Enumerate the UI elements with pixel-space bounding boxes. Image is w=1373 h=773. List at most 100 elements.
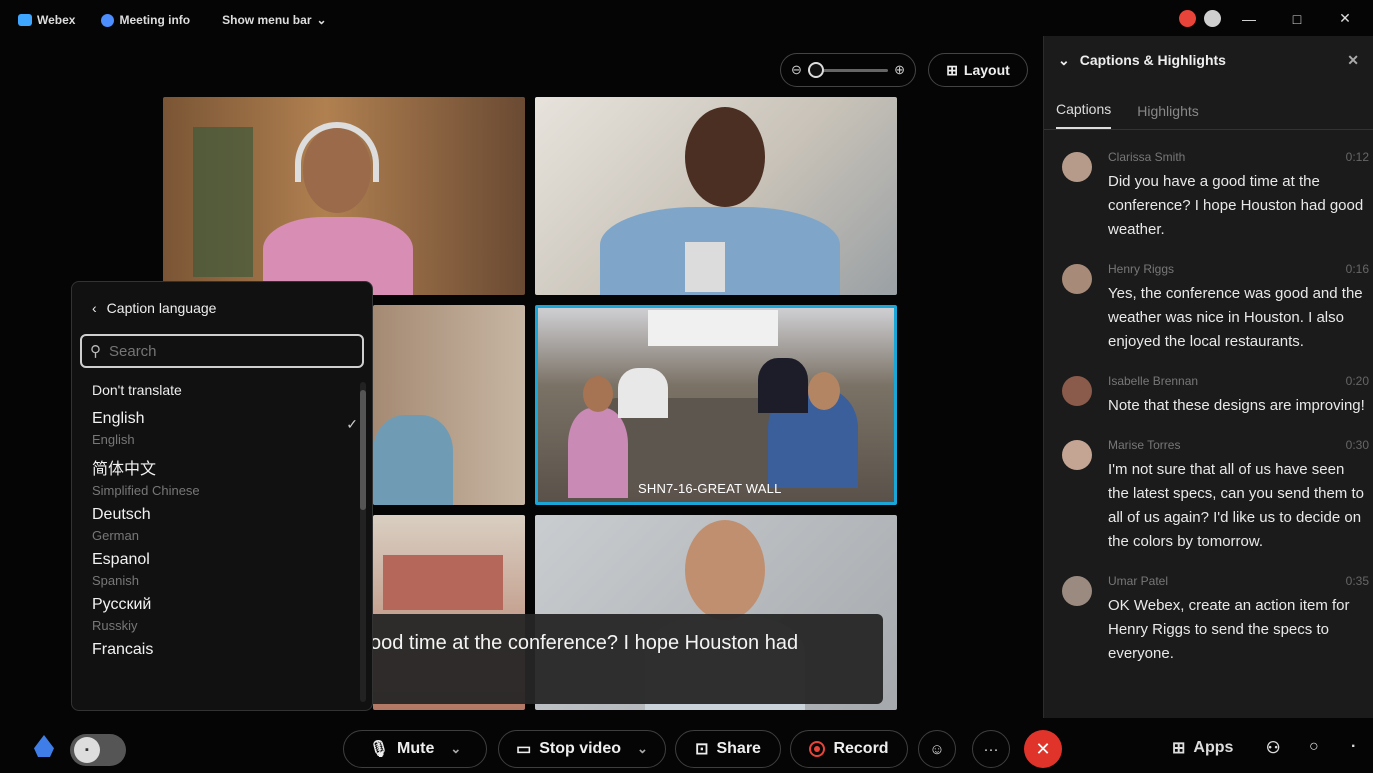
zoom-control: ⊖ ⊕ [780, 53, 916, 87]
person-head [808, 372, 840, 410]
message-text: Yes, the conference was good and the wea… [1108, 285, 1363, 350]
network-status-icon[interactable] [1204, 10, 1221, 27]
webex-logo-icon [18, 14, 32, 26]
caption-message: Clarissa Smith 0:12 Did you have a good t… [1044, 150, 1373, 242]
brick-wall [383, 555, 503, 610]
grid-icon: ⊞ [946, 61, 958, 78]
back-chevron-icon[interactable]: ‹ [92, 300, 97, 316]
apps-button[interactable]: ⊞ Apps [1172, 738, 1233, 758]
captions-icon: ▪ [74, 737, 100, 763]
close-button[interactable]: ✕ [1325, 10, 1365, 27]
record-label: Record [833, 740, 889, 757]
apps-icon: ⊞ [1172, 740, 1186, 757]
speaker-name: Marise Torres [1108, 438, 1181, 452]
webex-app-button[interactable]: Webex [18, 13, 75, 27]
record-button[interactable]: Record [790, 730, 908, 768]
language-option-german[interactable]: Deutsch German [92, 506, 352, 543]
participant-head [685, 520, 765, 620]
shirt [685, 242, 725, 292]
participant-head [685, 107, 765, 207]
show-menu-bar-label: Show menu bar [222, 13, 312, 27]
participants-icon: ⚇ [1266, 740, 1281, 757]
stop-video-button[interactable]: ▭ Stop video ⌄ [498, 730, 666, 768]
message-text: OK Webex, create an action item for Henr… [1108, 597, 1350, 662]
message-time: 0:20 [1345, 374, 1369, 388]
language-name: Espanol [92, 551, 150, 568]
mute-button[interactable]: 🎙 Mute ⌄ [343, 730, 487, 768]
plant [193, 127, 253, 277]
message-time: 0:30 [1345, 438, 1369, 452]
tab-captions[interactable]: Captions [1056, 101, 1112, 129]
participants-button[interactable]: ⚇ [1266, 738, 1280, 758]
language-subtitle: English [92, 432, 135, 447]
chevron-down-icon[interactable]: ⌄ [637, 741, 648, 757]
language-option-chinese[interactable]: 简体中文 Simplified Chinese [92, 455, 352, 498]
end-call-button[interactable]: ✕ [1024, 730, 1062, 768]
captions-panel-header: ⌄ Captions & Highlights ✕ [1044, 36, 1373, 84]
avatar [1062, 440, 1092, 470]
dont-translate-option[interactable]: Don't translate [92, 382, 352, 398]
language-name: Francais [92, 641, 154, 658]
zoom-slider-knob[interactable] [807, 61, 824, 78]
checkmark-icon: ✓ [346, 416, 358, 432]
share-button[interactable]: ⊡ Share [675, 730, 781, 768]
maximize-button[interactable]: □ [1277, 11, 1317, 27]
video-tile-participant-2[interactable] [535, 97, 897, 295]
scrollbar-thumb[interactable] [360, 390, 366, 510]
message-time: 0:16 [1345, 262, 1369, 276]
meeting-info-icon [101, 13, 115, 27]
video-tile-participant-3[interactable] [373, 305, 525, 505]
video-tile-room[interactable]: SHN7-16-GREAT WALL [535, 305, 897, 505]
language-subtitle: Spanish [92, 573, 139, 588]
caption-language-header[interactable]: ‹ Caption language [72, 282, 372, 334]
chevron-down-icon: ⌄ [316, 13, 327, 27]
language-name: Русский [92, 596, 152, 613]
captions-panel-title: Captions & Highlights [1079, 52, 1226, 68]
more-options-button[interactable]: ··· [972, 730, 1010, 768]
message-text: Note that these designs are improving! [1108, 397, 1365, 414]
language-search-input[interactable] [109, 342, 329, 360]
chevron-down-icon[interactable]: ⌄ [450, 741, 461, 757]
meeting-control-bar: ▪ 🎙 Mute ⌄ ▭ Stop video ⌄ ⊡ Share Record… [0, 722, 1373, 773]
webex-assistant-icon[interactable] [34, 735, 54, 757]
language-option-spanish[interactable]: Espanol Spanish [92, 551, 352, 588]
chat-icon: ○ [1309, 738, 1319, 755]
meeting-info-button[interactable]: Meeting info [101, 13, 190, 27]
show-menu-bar-button[interactable]: Show menu bar ⌄ [222, 13, 326, 27]
stop-video-label: Stop video [539, 740, 621, 757]
language-option-russian[interactable]: Русский Russkiy [92, 596, 352, 633]
minimize-button[interactable]: — [1229, 11, 1269, 27]
zoom-in-icon[interactable]: ⊕ [894, 62, 905, 78]
caption-message: Isabelle Brennan 0:20 Note that these des… [1044, 374, 1373, 418]
video-tile-participant-1[interactable] [163, 97, 525, 295]
captions-tabs: Captions Highlights [1044, 84, 1373, 130]
speaker-name: Isabelle Brennan [1108, 374, 1199, 388]
more-panels-button[interactable]: · [1351, 738, 1356, 756]
reactions-button[interactable]: ☺ [918, 730, 956, 768]
more-icon: ··· [983, 740, 999, 758]
close-icon[interactable]: ✕ [1347, 52, 1359, 69]
layout-button[interactable]: ⊞ Layout [928, 53, 1028, 87]
webex-meeting-window: Webex Meeting info Show menu bar ⌄ — □ ✕… [0, 0, 1373, 773]
microphone-icon: 🎙 [368, 741, 390, 758]
language-list-scrollbar[interactable] [360, 382, 366, 702]
message-text: Did you have a good time at the conferen… [1108, 173, 1364, 238]
mute-label: Mute [397, 740, 435, 757]
chat-button[interactable]: ○ [1309, 738, 1319, 756]
language-option-french[interactable]: Francais [92, 641, 352, 659]
language-search-field[interactable]: ⚲ [80, 334, 364, 368]
language-subtitle: Simplified Chinese [92, 483, 200, 498]
tab-highlights[interactable]: Highlights [1137, 103, 1198, 129]
share-label: Share [716, 740, 761, 757]
caption-language-panel: ‹ Caption language ⚲ Don't translate Eng… [71, 281, 373, 711]
speaker-name: Umar Patel [1108, 574, 1169, 588]
recording-indicator-icon [1179, 10, 1196, 27]
language-name: 简体中文 [92, 461, 157, 478]
zoom-out-icon[interactable]: ⊖ [791, 62, 802, 78]
captions-toggle[interactable]: ▪ [70, 734, 126, 766]
zoom-slider[interactable] [807, 61, 889, 78]
language-option-english[interactable]: English English ✓ [92, 410, 358, 447]
title-bar: Webex Meeting info Show menu bar ⌄ — □ ✕ [0, 0, 1373, 40]
collapse-chevron-icon[interactable]: ⌄ [1058, 52, 1070, 69]
message-time: 0:12 [1345, 150, 1369, 164]
